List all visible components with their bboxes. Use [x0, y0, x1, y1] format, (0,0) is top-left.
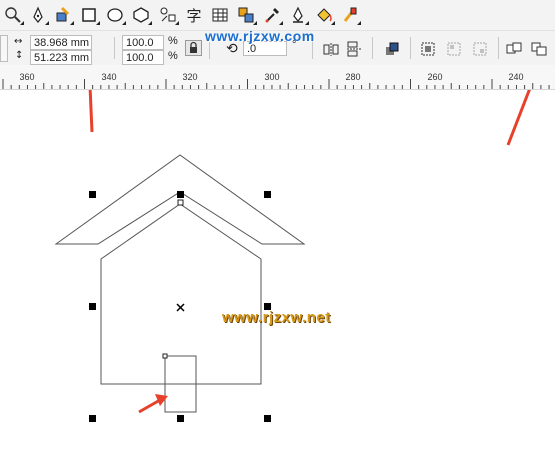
- handle-top-right[interactable]: [264, 191, 271, 198]
- handle-middle-left[interactable]: [89, 303, 96, 310]
- ellipse-tool-icon[interactable]: [104, 4, 126, 26]
- interactive-fill-tool-icon[interactable]: [339, 4, 361, 26]
- outline-pen-tool-icon[interactable]: [287, 4, 309, 26]
- horizontal-ruler: 360 340 320 300 280 260 240: [0, 65, 555, 90]
- eyedropper-tool-icon[interactable]: [261, 4, 283, 26]
- center-marker-icon[interactable]: [176, 303, 185, 312]
- group-icon[interactable]: [420, 41, 436, 60]
- table-tool-icon[interactable]: [209, 4, 231, 26]
- roof-node-handle[interactable]: [177, 199, 184, 206]
- position-field[interactable]: [0, 35, 8, 62]
- watermark-top: www.rjzxw.com: [205, 28, 315, 44]
- height-field[interactable]: 51.223 mm: [30, 50, 92, 65]
- mirror-horizontal-icon[interactable]: [323, 41, 339, 60]
- ruler-ticks: [2, 79, 550, 89]
- ungroup-icon[interactable]: [446, 41, 462, 60]
- percent-y-label: %: [168, 50, 178, 62]
- width-field[interactable]: 38.968 mm: [30, 35, 92, 50]
- red-arrow-door: [138, 394, 168, 414]
- freehand-tool-icon[interactable]: [27, 4, 49, 26]
- handle-bottom-right[interactable]: [264, 415, 271, 422]
- red-arrow-trim-icon: [506, 90, 531, 146]
- rectangle-tool-icon[interactable]: [78, 4, 100, 26]
- door-node-handle[interactable]: [162, 353, 168, 359]
- toolbox: 字: [0, 0, 555, 30]
- mirror-vertical-icon[interactable]: [346, 41, 362, 60]
- polygon-tool-icon[interactable]: [130, 4, 152, 26]
- text-tool-icon[interactable]: 字: [183, 4, 205, 26]
- drawing-canvas[interactable]: [0, 90, 555, 453]
- width-icon: ↔: [14, 36, 23, 47]
- fill-tool-icon[interactable]: [313, 4, 335, 26]
- percent-x-label: %: [168, 35, 178, 47]
- handle-top-center[interactable]: [177, 191, 184, 198]
- watermark-canvas: www.rjzxw.net: [222, 309, 331, 326]
- trim-icon[interactable]: [531, 41, 548, 60]
- scale-y-field[interactable]: 100.0: [122, 50, 164, 65]
- scale-x-field[interactable]: 100.0: [122, 35, 164, 50]
- height-icon: ↕: [15, 50, 24, 61]
- lock-ratio-icon[interactable]: [185, 40, 202, 56]
- smart-fill-tool-icon[interactable]: [52, 4, 74, 26]
- basic-shapes-tool-icon[interactable]: [157, 4, 179, 26]
- house-body-shape[interactable]: [100, 203, 262, 385]
- zoom-tool-icon[interactable]: [2, 4, 24, 26]
- handle-top-left[interactable]: [89, 191, 96, 198]
- handle-bottom-left[interactable]: [89, 415, 96, 422]
- to-front-icon[interactable]: [384, 41, 400, 60]
- weld-icon[interactable]: [506, 41, 523, 60]
- red-arrow-rectangle-tool: [88, 90, 94, 133]
- handle-bottom-center[interactable]: [177, 415, 184, 422]
- interactive-tool-icon[interactable]: [235, 4, 257, 26]
- ungroup-all-icon[interactable]: [472, 41, 488, 60]
